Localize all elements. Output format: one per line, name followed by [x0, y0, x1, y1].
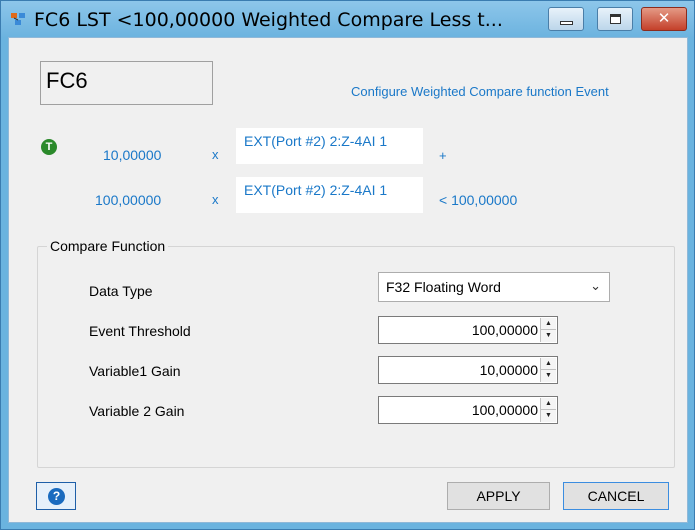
- event-threshold-label: Event Threshold: [89, 323, 191, 339]
- variable1-gain-value[interactable]: 10,00000: [480, 362, 538, 378]
- minimize-button[interactable]: [548, 7, 584, 31]
- stepper-arrows: ▲ ▼: [540, 358, 556, 382]
- trigger-icon: T: [41, 139, 57, 155]
- dialog-body: FC6 Configure Weighted Compare function …: [8, 37, 688, 523]
- app-icon: [11, 13, 25, 25]
- compare-function-legend: Compare Function: [47, 238, 169, 254]
- event-threshold-stepper[interactable]: 100,00000 ▲ ▼: [378, 316, 558, 344]
- threshold-comparison: < 100,00000: [439, 192, 518, 208]
- stepper-arrows: ▲ ▼: [540, 318, 556, 342]
- title-bar[interactable]: FC6 LST <100,00000 Weighted Compare Less…: [1, 1, 694, 37]
- help-icon: ?: [48, 488, 65, 505]
- cancel-button[interactable]: CANCEL: [563, 482, 669, 510]
- function-name-box: FC6: [40, 61, 213, 105]
- close-icon: ✕: [657, 9, 671, 27]
- term1-multiply: x: [212, 147, 219, 162]
- stepper-up-icon[interactable]: ▲: [541, 318, 556, 330]
- help-button[interactable]: ?: [36, 482, 76, 510]
- variable2-gain-label: Variable 2 Gain: [89, 403, 185, 419]
- variable2-gain-stepper[interactable]: 100,00000 ▲ ▼: [378, 396, 558, 424]
- stepper-down-icon[interactable]: ▼: [541, 370, 556, 382]
- chevron-down-icon: ⌄: [590, 278, 601, 293]
- variable2-gain-value[interactable]: 100,00000: [472, 402, 538, 418]
- configure-description: Configure Weighted Compare function Even…: [351, 84, 609, 99]
- maximize-icon: [610, 14, 621, 24]
- term1-variable-field[interactable]: EXT(Port #2) 2:Z-4AI 1: [236, 128, 423, 164]
- plus-operator: +: [439, 148, 447, 163]
- data-type-value: F32 Floating Word: [386, 279, 501, 295]
- data-type-select[interactable]: F32 Floating Word ⌄: [378, 272, 610, 302]
- stepper-arrows: ▲ ▼: [540, 398, 556, 422]
- stepper-up-icon[interactable]: ▲: [541, 358, 556, 370]
- variable1-gain-stepper[interactable]: 10,00000 ▲ ▼: [378, 356, 558, 384]
- window-title: FC6 LST <100,00000 Weighted Compare Less…: [34, 9, 503, 31]
- event-threshold-value[interactable]: 100,00000: [472, 322, 538, 338]
- minimize-icon: [560, 21, 573, 25]
- stepper-down-icon[interactable]: ▼: [541, 330, 556, 342]
- variable1-gain-label: Variable1 Gain: [89, 363, 181, 379]
- apply-button[interactable]: APPLY: [447, 482, 550, 510]
- dialog-window: FC6 LST <100,00000 Weighted Compare Less…: [0, 0, 695, 530]
- term1-coefficient[interactable]: 10,00000: [103, 147, 161, 163]
- stepper-up-icon[interactable]: ▲: [541, 398, 556, 410]
- term2-coefficient[interactable]: 100,00000: [95, 192, 161, 208]
- maximize-button[interactable]: [597, 7, 633, 31]
- data-type-label: Data Type: [89, 283, 153, 299]
- close-button[interactable]: ✕: [641, 7, 687, 31]
- term2-multiply: x: [212, 192, 219, 207]
- stepper-down-icon[interactable]: ▼: [541, 410, 556, 422]
- term2-variable-field[interactable]: EXT(Port #2) 2:Z-4AI 1: [236, 177, 423, 213]
